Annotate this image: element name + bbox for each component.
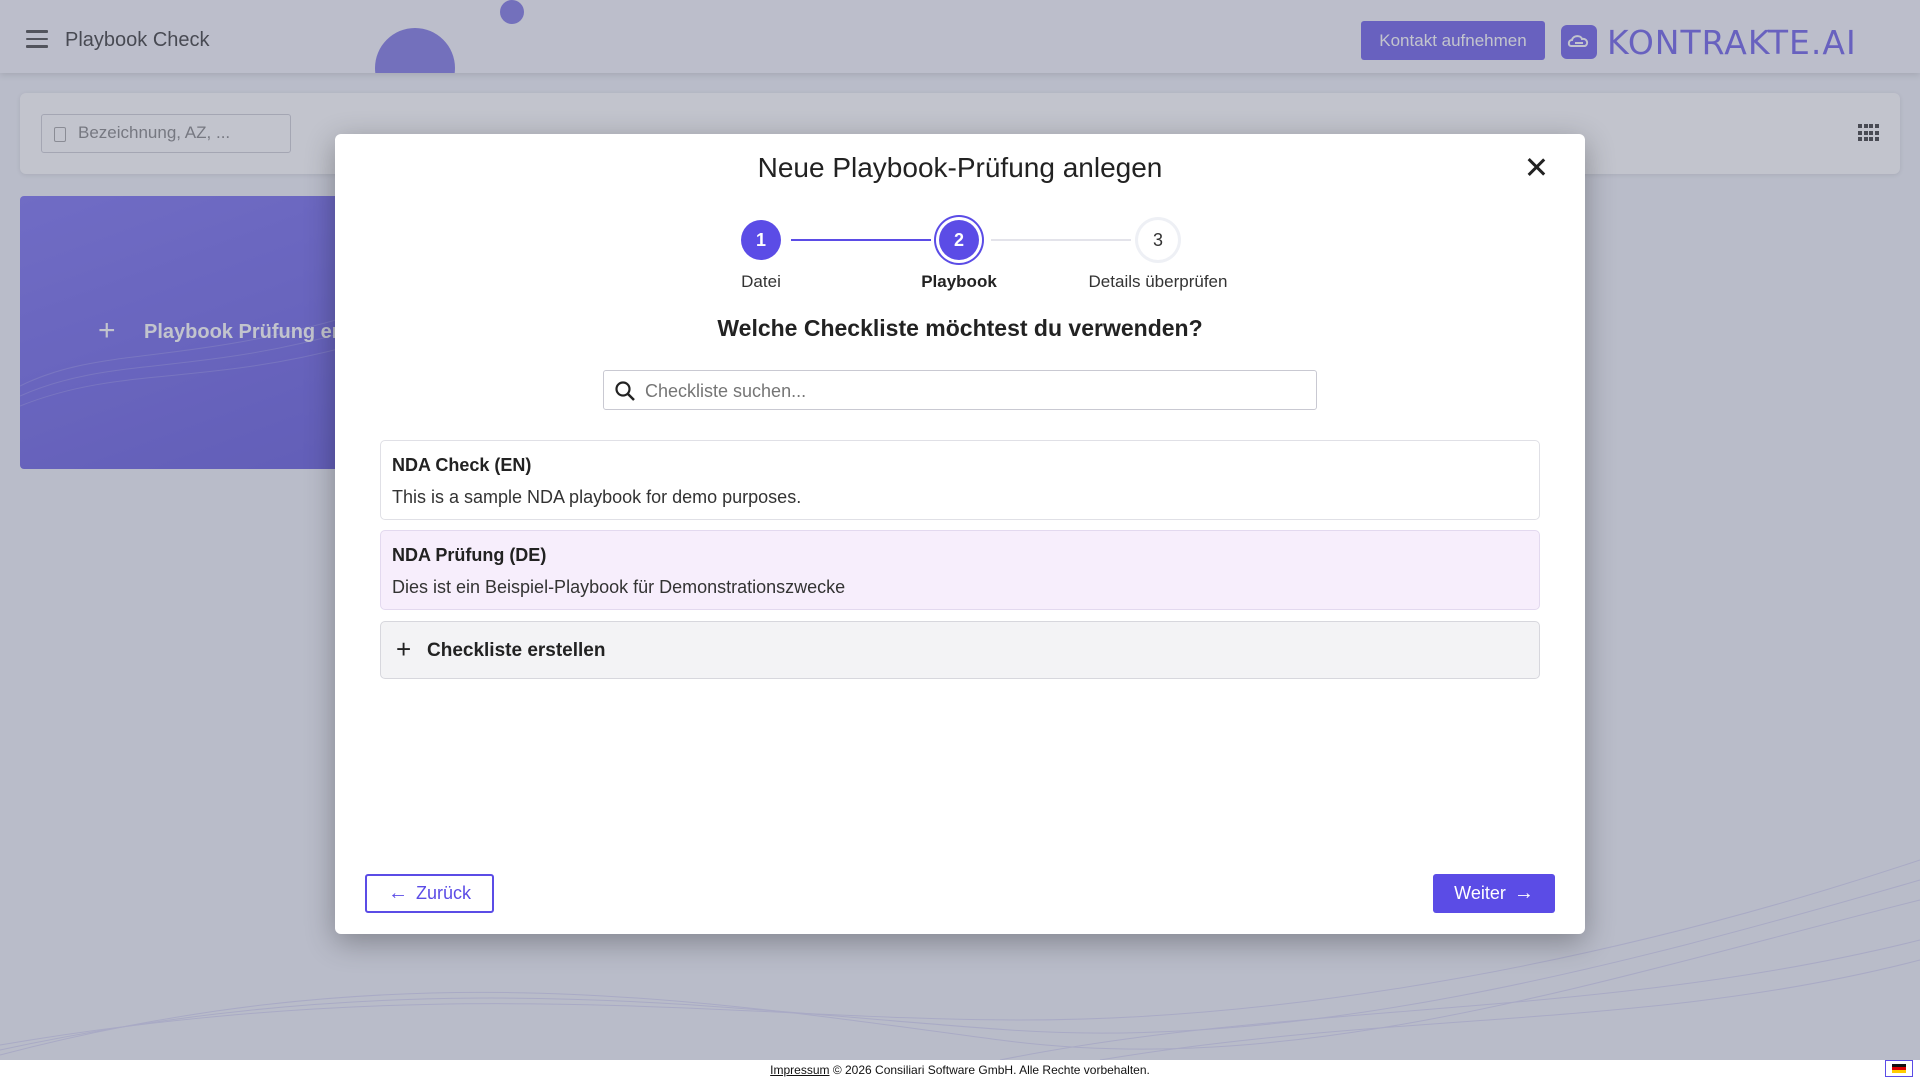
next-button-label: Weiter [1454, 883, 1506, 903]
step-3-circle: 3 [1138, 220, 1178, 260]
search-icon [615, 381, 635, 401]
arrow-right-icon: → [1513, 882, 1534, 904]
checklist-item-description: Dies ist ein Beispiel-Playbook für Demon… [392, 577, 846, 597]
dialog-title: Neue Playbook-Prüfung anlegen [757, 152, 1163, 183]
back-button[interactable]: ← Zurück [365, 874, 494, 913]
stepper-line-pending [991, 239, 1131, 241]
checklist-search-input[interactable] [645, 381, 1285, 402]
step-3-label: Details überprüfen [1088, 272, 1228, 291]
checklist-question: Welche Checkliste möchtest du verwenden? [717, 315, 1203, 341]
new-playbook-check-dialog: Neue Playbook-Prüfung anlegen 1 Datei 2 … [335, 134, 1585, 934]
checklist-item-name: NDA Prüfung (DE) [392, 545, 547, 565]
checklist-item-nda-check-en[interactable]: NDA Check (EN) This is a sample NDA play… [380, 440, 1540, 520]
create-checklist-button[interactable]: + Checkliste erstellen [380, 621, 1540, 679]
checklist-item-description: This is a sample NDA playbook for demo p… [392, 487, 802, 507]
footer: Impressum © 2026 Consiliari Software Gmb… [0, 1060, 1920, 1080]
arrow-left-icon: ← [387, 882, 408, 904]
step-1-circle: 1 [741, 220, 781, 260]
impressum-link[interactable]: Impressum [770, 1063, 829, 1077]
checklist-item-nda-pruefung-de[interactable]: NDA Prüfung (DE) Dies ist ein Beispiel-P… [380, 530, 1540, 610]
plus-icon: + [396, 634, 412, 664]
copyright-text: © 2026 Consiliari Software GmbH. Alle Re… [829, 1063, 1150, 1077]
step-1-label: Datei [741, 272, 781, 291]
next-button[interactable]: Weiter → [1433, 874, 1555, 913]
german-flag-icon[interactable] [1885, 1060, 1913, 1077]
create-checklist-label: Checkliste erstellen [427, 640, 606, 661]
checklist-search[interactable] [603, 370, 1317, 410]
step-2-circle: 2 [939, 220, 979, 260]
close-icon[interactable] [1523, 154, 1549, 180]
step-2-label: Playbook [921, 272, 997, 291]
checklist-item-name: NDA Check (EN) [392, 455, 532, 475]
stepper-line-completed [791, 239, 931, 241]
back-button-label: Zurück [415, 883, 471, 903]
